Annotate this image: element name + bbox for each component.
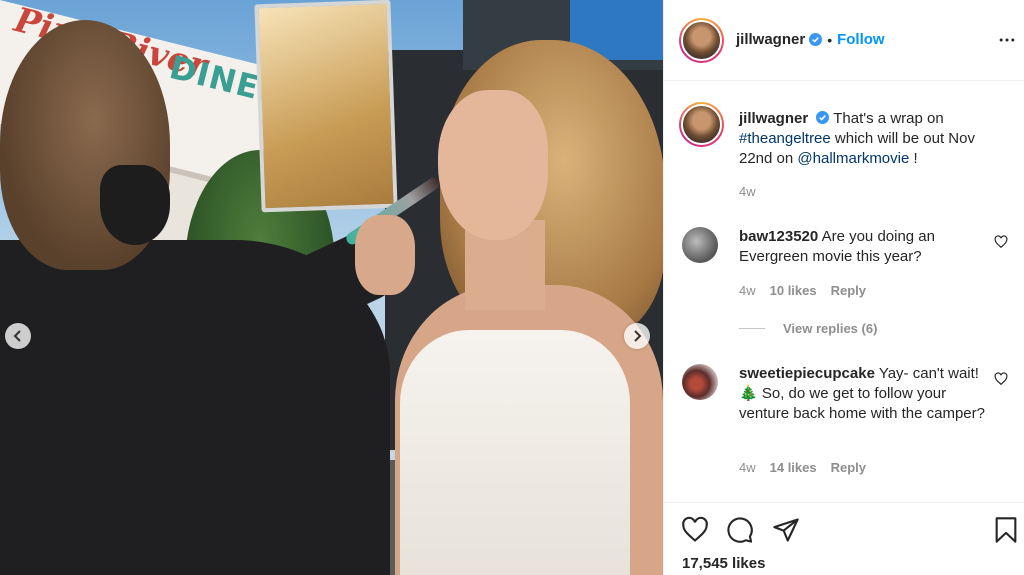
separator-dot: • [827, 31, 833, 48]
commenter-avatar[interactable] [682, 227, 718, 263]
caption-avatar[interactable] [679, 102, 724, 147]
previous-photo-button[interactable] [5, 323, 31, 349]
reply-button[interactable]: Reply [831, 283, 866, 298]
author-line: jillwagner • Follow [736, 31, 885, 48]
commenter-username[interactable]: baw123520 [739, 228, 818, 245]
comment-timestamp[interactable]: 4w [739, 460, 756, 475]
post-caption: jillwagner That's a wrap on #theangeltre… [739, 109, 1009, 169]
makeup-artist-mask [100, 165, 170, 245]
more-options-icon[interactable] [995, 28, 1019, 52]
caption-text-3: ! [913, 150, 918, 167]
post-sidebar: jillwagner • Follow jillwagner That's a … [663, 0, 1024, 575]
comment-item: sweetiepiecupcake Yay- can't wait! 🎄 So,… [739, 364, 987, 424]
post-likes-count[interactable]: 17,545 likes [682, 555, 765, 572]
share-icon[interactable] [772, 516, 800, 544]
actress-face [438, 90, 548, 240]
comment-heart-icon[interactable] [994, 372, 1008, 386]
comment-icon[interactable] [726, 516, 754, 544]
caption-text-1: That's a wrap on [833, 110, 944, 127]
author-avatar[interactable] [679, 18, 724, 63]
commenter-avatar[interactable] [682, 364, 718, 400]
comment-timestamp[interactable]: 4w [739, 283, 756, 298]
chevron-left-icon [13, 330, 21, 342]
comment-text-2: So, do we get to follow your venture bac… [739, 385, 985, 422]
chevron-right-icon [634, 330, 642, 342]
heart-icon[interactable] [681, 516, 709, 544]
post-photo[interactable]: Pine River DINER [0, 0, 663, 575]
follow-button[interactable]: Follow [837, 31, 885, 48]
reply-button[interactable]: Reply [831, 460, 866, 475]
comment-heart-icon[interactable] [994, 235, 1008, 249]
hashtag-link[interactable]: #theangeltree [739, 130, 831, 147]
actress-white-top [400, 330, 630, 575]
caption-timestamp[interactable]: 4w [739, 184, 756, 199]
comments-feed[interactable]: jillwagner That's a wrap on #theangeltre… [664, 82, 1024, 502]
commenter-username[interactable]: sweetiepiecupcake [739, 365, 875, 382]
comment-meta: 4w 10 likes Reply [739, 283, 866, 298]
bookmark-icon[interactable] [992, 516, 1020, 544]
comment-likes[interactable]: 10 likes [770, 283, 817, 298]
verified-badge-icon [816, 111, 830, 124]
makeup-artist-hand [355, 215, 415, 295]
comment-text-1: Yay- can't wait! [878, 365, 979, 382]
mention-link[interactable]: @hallmarkmovie [797, 150, 909, 167]
comment-likes[interactable]: 14 likes [770, 460, 817, 475]
replies-divider [739, 328, 765, 329]
view-replies-button[interactable]: View replies (6) [739, 321, 877, 336]
post-actions: 17,545 likes [664, 502, 1024, 575]
caption-username[interactable]: jillwagner [739, 110, 808, 127]
verified-badge-icon [809, 33, 823, 46]
comment-item: baw123520 Are you doing an Evergreen mov… [739, 227, 987, 267]
light-reflector [254, 0, 398, 213]
author-username[interactable]: jillwagner [736, 31, 805, 48]
next-photo-button[interactable] [624, 323, 650, 349]
comment-meta: 4w 14 likes Reply [739, 460, 866, 475]
view-replies-label: View replies (6) [783, 321, 878, 336]
post-header: jillwagner • Follow [664, 0, 1024, 81]
christmas-tree-emoji: 🎄 [739, 385, 758, 402]
